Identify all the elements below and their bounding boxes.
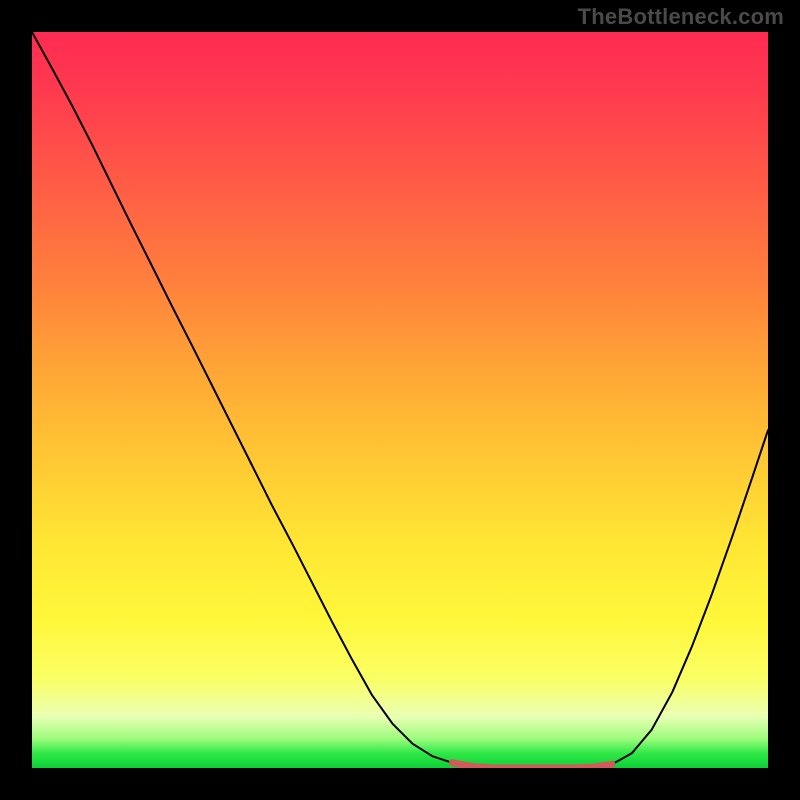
chart-frame: TheBottleneck.com: [0, 0, 800, 800]
highlight-flat: [452, 763, 612, 768]
plot-area: [32, 32, 768, 768]
bottleneck-curve: [32, 32, 768, 768]
watermark-text: TheBottleneck.com: [578, 4, 784, 30]
curve-layer: [32, 32, 768, 768]
